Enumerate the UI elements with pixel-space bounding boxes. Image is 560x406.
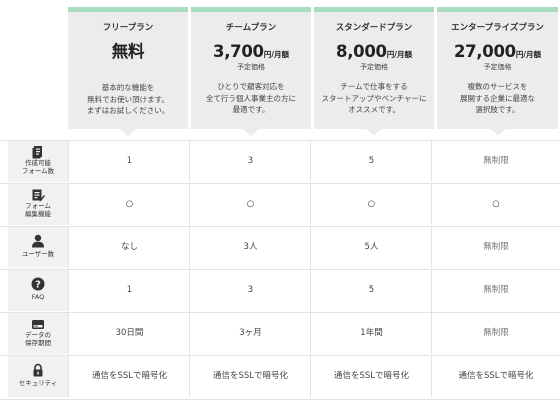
plan-card-pointer — [120, 129, 136, 136]
plan-accent-bar — [314, 7, 434, 12]
feature-row-form-editing: フォーム 編集機能 ○ ○ ○ ○ — [0, 183, 560, 225]
plan-description-line: 無料でお使い頂けます。 — [87, 94, 169, 104]
plan-description-line: 選択肢です。 — [475, 105, 520, 114]
document-icon — [32, 146, 42, 159]
plan-card-enterprise: エンタープライズプラン 27,000円/月額 予定価格 複数のサービスを 展開す… — [437, 7, 558, 136]
plan-description: 基本的な機能を 無料でお使い頂けます。 まずはお試しください。 — [68, 82, 188, 117]
plan-price-label: 予定価格 — [237, 63, 265, 71]
feature-value-enterprise: ○ — [431, 184, 560, 225]
feature-value-enterprise: 無制限 — [431, 270, 560, 311]
plan-description: ひとりで顧客対応を 全て行う個人事業主の方に 最適です。 — [191, 81, 311, 116]
feature-value-team: 3ヶ月 — [189, 313, 311, 354]
plan-price-unit: 円/月額 — [515, 50, 542, 59]
plan-price: 無料 — [68, 42, 188, 62]
svg-text:?: ? — [35, 280, 41, 291]
feature-value-enterprise: 無制限 — [431, 227, 560, 268]
feature-value-standard: 5 — [310, 141, 432, 182]
plan-price-unit: 円/月額 — [386, 50, 412, 59]
feature-label: ユーザー数 — [8, 227, 68, 268]
feature-row-security: セキュリティ 通信をSSLで暗号化 通信をSSLで暗号化 通信をSSLで暗号化 … — [0, 355, 560, 397]
feature-value-free: なし — [68, 227, 190, 268]
feature-value-team: 3人 — [189, 227, 311, 268]
plan-price-amount: 8,000 — [336, 42, 387, 61]
plan-card-pointer — [366, 129, 382, 136]
plan-description-line: チームで仕事をする — [340, 82, 408, 91]
plan-accent-bar — [191, 7, 311, 12]
plan-description: チームで仕事をする スタートアップやベンチャーに オススメです。 — [314, 81, 434, 116]
feature-label-line: 編集機能 — [25, 209, 51, 218]
plan-card-pointer — [243, 129, 259, 136]
table-bottom-border — [0, 399, 560, 400]
plan-price-amount: 3,700 — [213, 42, 264, 61]
plan-price-label: 予定価格 — [360, 63, 388, 71]
help-icon: ? — [31, 277, 45, 291]
plan-description-line: 全て行う個人事業主の方に — [206, 93, 296, 103]
feature-value-free: ○ — [68, 184, 190, 225]
plan-description-line: スタートアップやベンチャーに — [321, 93, 427, 103]
feature-value-free: 通信をSSLで暗号化 — [68, 356, 190, 397]
feature-label-line: FAQ — [31, 293, 45, 301]
plan-price: 3,700円/月額 — [191, 42, 311, 62]
plan-name: フリープラン — [102, 23, 154, 33]
feature-row-user-count: ユーザー数 なし 3人 5人 無制限 — [0, 226, 560, 268]
plan-description: 複数のサービスを 展開する企業に最適な 選択肢です。 — [437, 81, 558, 116]
plan-accent-bar — [437, 7, 558, 12]
plan-price: 8,000円/月額 — [314, 42, 434, 62]
feature-row-data-retention: データの 保存期間 30日間 3ヶ月 1年間 無制限 — [0, 312, 560, 354]
feature-label: ? FAQ — [8, 270, 68, 311]
plan-header-row: フリープラン 無料 基本的な機能を 無料でお使い頂けます。 まずはお試しください… — [68, 7, 558, 136]
plan-card-pointer — [489, 129, 506, 136]
plan-description-line: 複数のサービスを — [467, 82, 528, 91]
feature-label: 作成可能 フォーム数 — [8, 141, 68, 182]
feature-value-free: 1 — [68, 270, 190, 311]
feature-label-line: フォーム数 — [21, 166, 55, 175]
plan-name: エンタープライズプラン — [451, 23, 544, 33]
lock-icon — [33, 363, 43, 377]
feature-label-line: ユーザー数 — [21, 250, 55, 258]
feature-value-team: 3 — [189, 141, 311, 182]
plan-price-label: 予定価格 — [483, 63, 512, 71]
form-edit-icon — [32, 189, 45, 202]
feature-value-standard: 5人 — [310, 227, 432, 268]
plan-price-amount: 27,000 — [453, 42, 516, 61]
feature-value-enterprise: 無制限 — [431, 313, 560, 354]
feature-label-line: 保存期間 — [25, 338, 51, 347]
plan-card-free: フリープラン 無料 基本的な機能を 無料でお使い頂けます。 まずはお試しください… — [68, 7, 188, 136]
feature-value-free: 1 — [68, 141, 190, 182]
plan-name: スタンダードプラン — [335, 23, 413, 33]
feature-value-standard: 1年間 — [310, 313, 432, 354]
feature-row-faq: ? FAQ 1 3 5 無制限 — [0, 269, 560, 311]
feature-value-standard: 5 — [310, 270, 432, 311]
feature-value-team: 3 — [189, 270, 311, 311]
plan-price: 27,000円/月額 — [437, 42, 558, 62]
plan-description-line: オススメです。 — [348, 105, 400, 114]
feature-value-free: 30日間 — [68, 313, 190, 354]
feature-value-enterprise: 通信をSSLで暗号化 — [431, 356, 560, 397]
plan-description-line: 基本的な機能を — [101, 83, 155, 92]
plan-description-line: まずはお試しください。 — [86, 106, 170, 115]
feature-value-team: 通信をSSLで暗号化 — [189, 356, 311, 397]
plan-name: チームプラン — [225, 23, 277, 33]
feature-value-team: ○ — [189, 184, 311, 225]
user-icon — [32, 234, 44, 248]
feature-label: データの 保存期間 — [8, 313, 68, 354]
feature-value-standard: 通信をSSLで暗号化 — [310, 356, 432, 397]
feature-label: セキュリティ — [8, 356, 68, 397]
storage-icon — [32, 320, 44, 329]
plan-description-line: 最適です。 — [232, 105, 270, 114]
plan-card-team: チームプラン 3,700円/月額 予定価格 ひとりで顧客対応を 全て行う個人事業… — [191, 7, 311, 136]
feature-value-enterprise: 無制限 — [431, 141, 560, 182]
plan-price-amount: 無料 — [111, 42, 145, 61]
feature-value-standard: ○ — [310, 184, 432, 225]
plan-card-standard: スタンダードプラン 8,000円/月額 予定価格 チームで仕事をする スタートア… — [314, 7, 434, 136]
feature-row-form-count: 作成可能 フォーム数 1 3 5 無制限 — [0, 140, 560, 182]
feature-label: フォーム 編集機能 — [8, 184, 68, 225]
plan-description-line: ひとりで顧客対応を — [217, 82, 285, 91]
plan-description-line: 展開する企業に最適な — [460, 93, 535, 103]
plan-accent-bar — [68, 7, 188, 12]
plan-price-unit: 円/月額 — [263, 50, 289, 59]
feature-label-line: セキュリティ — [18, 379, 58, 387]
